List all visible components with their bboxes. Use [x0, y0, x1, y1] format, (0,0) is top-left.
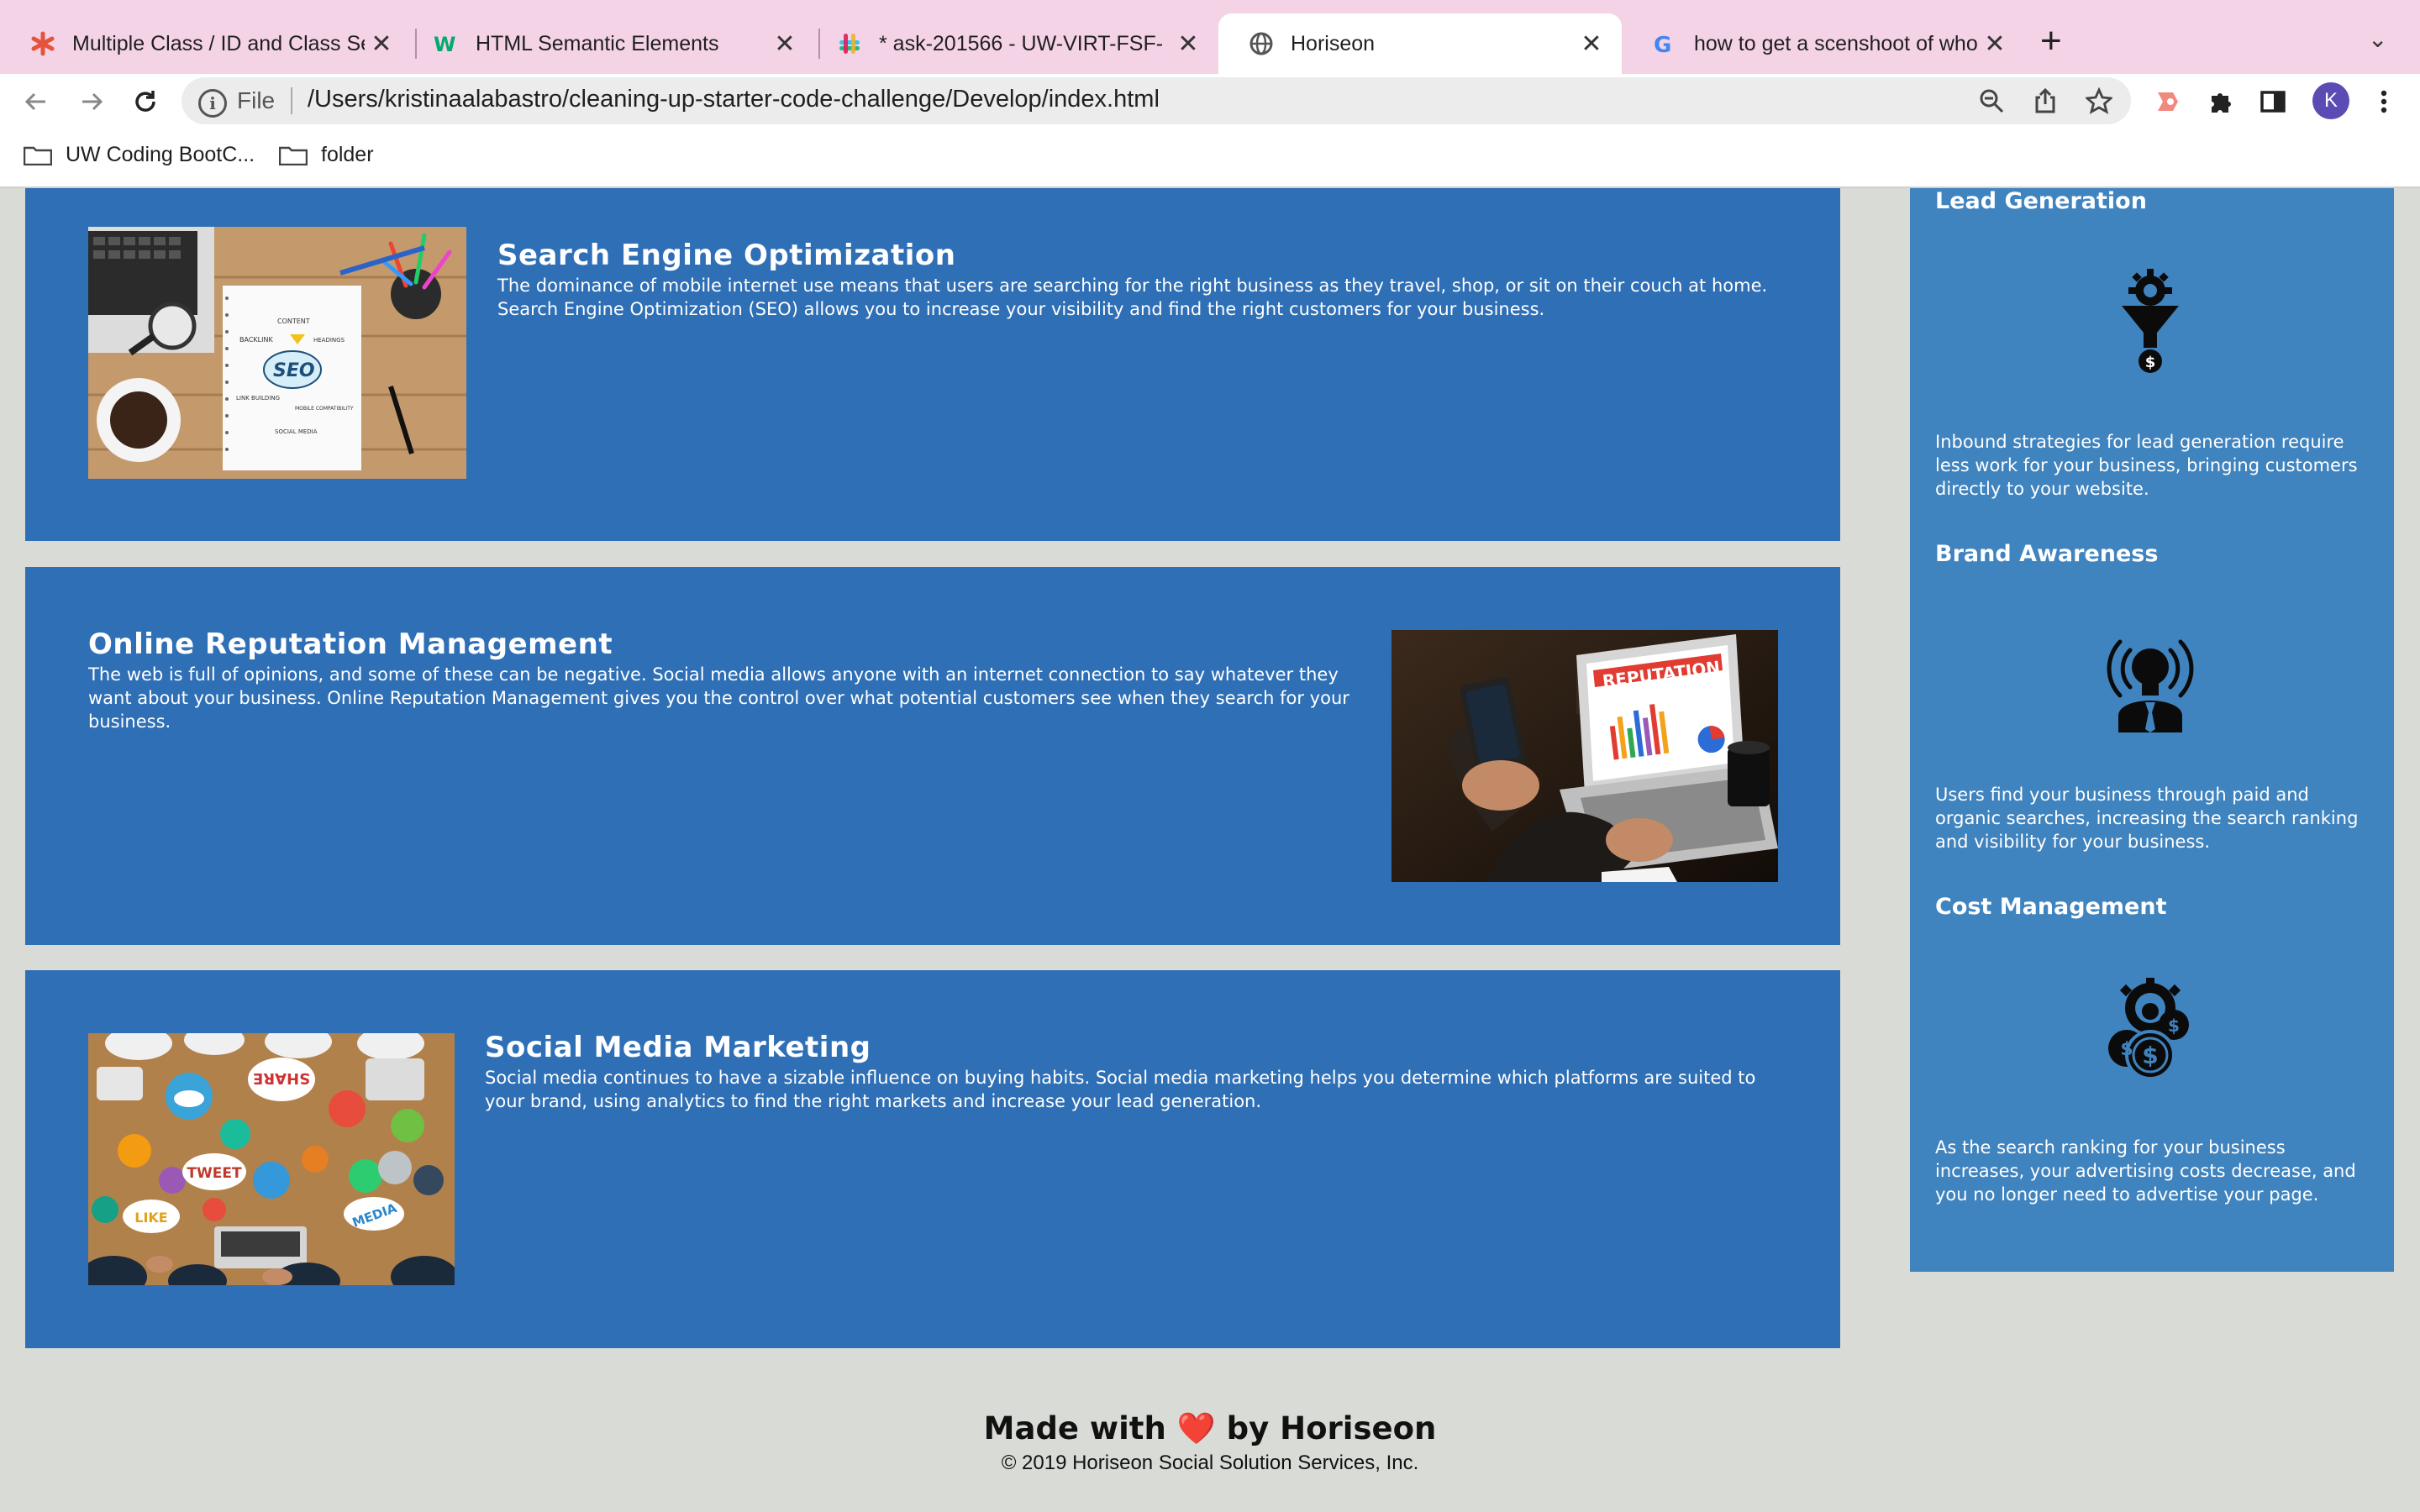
address-divider	[291, 87, 292, 114]
section-text: The dominance of mobile internet use mea…	[497, 276, 1768, 319]
tab-html-semantic[interactable]: W HTML Semantic Elements ✕	[403, 13, 815, 74]
heart-icon: ❤️	[1176, 1410, 1216, 1446]
address-bar[interactable]: i File /Users/kristinaalabastro/cleaning…	[182, 77, 2131, 124]
address-url[interactable]: /Users/kristinaalabastro/cleaning-up-sta…	[308, 86, 1160, 113]
seo-note-social: SOCIAL MEDIA	[275, 428, 318, 435]
svg-text:$: $	[2142, 1042, 2158, 1069]
svg-text:G: G	[1654, 33, 1671, 56]
info-icon[interactable]: i	[198, 89, 227, 118]
seo-label: SEO	[273, 360, 315, 381]
side-panel-icon[interactable]	[2254, 82, 2292, 121]
section-title: Social Media Marketing	[485, 1031, 871, 1064]
section-online-reputation: Online Reputation Management The web is …	[25, 567, 1840, 945]
tab-title: HTML Semantic Elements	[476, 31, 719, 55]
close-tab-icon[interactable]: ✕	[768, 29, 802, 59]
benefit-text: Users find your business through paid an…	[1935, 785, 2359, 852]
reputation-image: REPUTATION	[1392, 630, 1778, 882]
seo-note-backlink: BACKLINK	[239, 336, 273, 344]
benefit-title: Lead Generation	[1935, 188, 2147, 214]
browser-toolbar: i File /Users/kristinaalabastro/cleaning…	[0, 74, 2420, 129]
tab-strip: Multiple Class / ID and Class Se ✕ W HTM…	[0, 0, 2420, 74]
tab-slack[interactable]: * ask-201566 - UW-VIRT-FSF- ✕	[807, 13, 1218, 74]
svg-text:W: W	[434, 33, 455, 56]
cast-extension-icon[interactable]	[2148, 82, 2186, 121]
benefit-text: Inbound strategies for lead generation r…	[1935, 432, 2358, 499]
brand-awareness-icon	[2096, 625, 2204, 732]
star-icon[interactable]	[2082, 84, 2116, 118]
folder-icon	[24, 146, 52, 165]
svg-text:$: $	[2145, 354, 2156, 371]
share-icon[interactable]	[2028, 84, 2062, 118]
footer-made-with: Made with	[983, 1410, 1166, 1446]
google-icon: G	[1652, 31, 1677, 56]
like-label: LIKE	[134, 1210, 167, 1226]
benefit-title: Cost Management	[1935, 894, 2167, 920]
menu-kebab-icon[interactable]	[2365, 82, 2403, 121]
chevron-down-icon[interactable]: ⌄	[2368, 25, 2387, 53]
seo-image: SEO CONTENT BACKLINK HEADINGS LINK BUILD…	[88, 227, 466, 479]
new-tab-icon[interactable]: +	[2040, 20, 2062, 62]
bookmark-label: UW Coding BootC...	[66, 143, 255, 166]
share-label: SHARE	[253, 1069, 310, 1087]
close-tab-icon[interactable]: ✕	[365, 29, 398, 59]
benefits-sidebar: Lead Generation $ Inbound strategies for…	[1910, 188, 2394, 1272]
tab-title: Multiple Class / ID and Class Se	[72, 31, 365, 55]
benefit-text: As the search ranking for your business …	[1935, 1137, 2356, 1205]
social-media-image: SHARE TWEET LIKE MEDIA	[88, 1033, 455, 1285]
extensions-puzzle-icon[interactable]	[2202, 82, 2240, 121]
close-tab-icon[interactable]: ✕	[1978, 29, 2012, 59]
globe-icon	[1249, 31, 1274, 56]
reload-icon[interactable]	[124, 81, 166, 123]
profile-avatar[interactable]: K	[2312, 82, 2349, 119]
seo-note-headings: HEADINGS	[313, 337, 345, 344]
forward-arrow-icon[interactable]	[71, 81, 113, 123]
address-scheme: File	[237, 87, 276, 113]
tab-google-search[interactable]: G how to get a scenshoot of who ✕	[1622, 13, 2025, 74]
tweet-label: TWEET	[187, 1165, 242, 1182]
section-title: Search Engine Optimization	[497, 239, 956, 272]
tab-horiseon[interactable]: Horiseon ✕	[1218, 13, 1622, 74]
bookmark-label: folder	[321, 143, 374, 166]
bookmark-uw-coding[interactable]: UW Coding BootC...	[24, 143, 255, 167]
footer-by: by Horiseon	[1226, 1410, 1437, 1446]
seo-note-content: CONTENT	[277, 318, 310, 325]
folder-icon	[279, 146, 308, 165]
section-text: Social media continues to have a sizable…	[485, 1068, 1756, 1111]
section-text: The web is full of opinions, and some of…	[88, 664, 1349, 732]
tab-multiple-class[interactable]: Multiple Class / ID and Class Se ✕	[0, 13, 412, 74]
section-social-media: SHARE TWEET LIKE MEDIA Social Media Mark…	[25, 970, 1840, 1348]
tab-title: how to get a scenshoot of who	[1694, 31, 1978, 55]
section-title: Online Reputation Management	[88, 627, 613, 661]
tab-title: * ask-201566 - UW-VIRT-FSF-	[879, 31, 1164, 55]
benefit-title: Brand Awareness	[1935, 541, 2159, 567]
bookmark-folder[interactable]: folder	[279, 143, 374, 167]
asterisk-icon	[30, 31, 55, 56]
footer-copyright: © 2019 Horiseon Social Solution Services…	[1001, 1452, 1419, 1474]
slack-icon	[837, 31, 862, 56]
svg-text:$: $	[2120, 1039, 2133, 1060]
tab-title: Horiseon	[1291, 31, 1376, 55]
zoom-out-icon[interactable]	[1975, 84, 2008, 118]
seo-note-mobile: MOBILE COMPATIBILITY	[295, 406, 354, 412]
cost-management-icon: $ $ $	[2096, 978, 2204, 1085]
svg-text:$: $	[2168, 1016, 2180, 1036]
seo-note-link-building: LINK BUILDING	[236, 395, 280, 402]
footer-title: Made with ❤️ by Horiseon	[0, 1410, 2420, 1447]
back-arrow-icon[interactable]	[15, 81, 57, 123]
lead-generation-icon: $	[2096, 269, 2204, 376]
section-seo: SEO CONTENT BACKLINK HEADINGS LINK BUILD…	[25, 188, 1840, 541]
close-tab-icon[interactable]: ✕	[1171, 29, 1205, 59]
w3schools-icon: W	[434, 31, 459, 56]
close-tab-icon[interactable]: ✕	[1575, 29, 1608, 59]
bookmarks-bar: UW Coding BootC... folder	[0, 129, 2420, 188]
page-viewport: SEO CONTENT BACKLINK HEADINGS LINK BUILD…	[0, 188, 2420, 1512]
